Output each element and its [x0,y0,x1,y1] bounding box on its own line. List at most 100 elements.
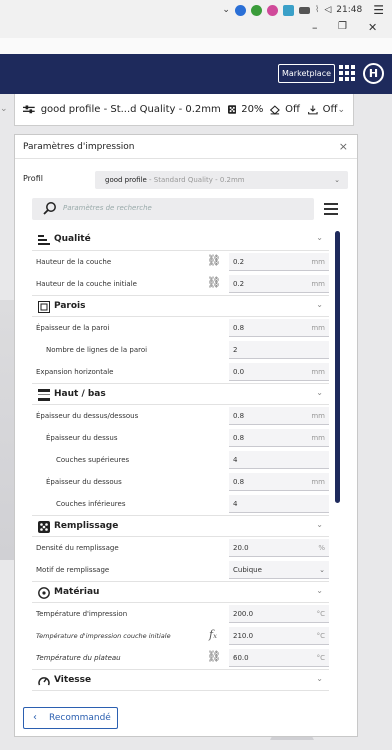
user-avatar[interactable]: H [363,63,384,84]
settings-list: Qualité ⌄ Hauteur de la couche ⛓ 0.2 mm H… [32,229,329,693]
restore-button[interactable]: ❐ [338,21,347,32]
support-icon [270,104,281,115]
battery-icon[interactable] [298,6,310,14]
chevron-left-icon: ‹ [33,712,37,723]
profile-name: good profile [105,176,147,184]
link-icon[interactable]: ⛓ [207,277,221,289]
layers-icon [38,235,50,245]
setting-input[interactable]: 0.8 mm [229,319,329,337]
setting-input[interactable]: 20.0% [229,539,329,557]
setting-row: Densité du remplissage 20.0% [32,537,329,559]
setting-label: Hauteur de la couche initiale [36,280,137,288]
setting-label: Température du plateau [36,654,121,662]
bluetooth-icon[interactable] [234,4,246,16]
wifi-icon[interactable]: ⌇ [315,5,319,15]
close-button[interactable]: ✕ [368,21,377,34]
category-label: Haut / bas [54,389,106,399]
settings-search-input[interactable]: Paramètres de recherche [32,198,314,220]
setting-label: Densité du remplissage [36,544,119,552]
setting-input[interactable]: 210.0 °C [229,627,329,645]
chevron-down-icon: ⌄ [316,388,323,397]
setting-input[interactable]: 4 [229,495,329,513]
setting-label: Épaisseur du dessus/dessous [36,412,139,420]
chevron-up-icon[interactable]: ⌄ [222,5,230,15]
setting-row: Expansion horizontale 0.0 mm [32,361,329,383]
settings-menu-icon[interactable] [324,203,338,218]
app-tray-icon-2[interactable] [266,4,278,16]
print-settings-bar[interactable]: good profile - St...d Quality - 0.2mm 20… [14,94,354,126]
setting-label: Couches supérieures [56,456,130,464]
setting-input[interactable]: 60.0 °C [229,649,329,667]
setting-input[interactable]: 0.8 mm [229,407,329,425]
walls-icon [38,301,50,313]
sliders-icon [23,104,35,113]
close-icon[interactable]: × [339,135,348,159]
setting-input[interactable]: 200.0 °C [229,605,329,623]
cloud-icon[interactable] [282,4,294,16]
marketplace-button[interactable]: Marketplace [278,64,336,83]
tray-icons: ⌄ ⌇ ◁ 21:48 ☰ [222,3,384,17]
profile-row: Profil good profile - Standard Quality -… [15,171,357,189]
top-bottom-icon [38,389,50,401]
setting-input[interactable]: 0.8 mm [229,429,329,447]
setting-input[interactable]: 0.8 mm [229,473,329,491]
setting-dropdown[interactable]: Cubique ⌄ [229,561,329,579]
function-icon[interactable]: fₓ [207,629,219,641]
profile-quality: - Standard Quality - 0.2mm [146,176,245,184]
chevron-down-icon[interactable]: ⌄ [337,105,345,115]
category-infill[interactable]: Remplissage ⌄ [32,515,329,537]
setting-row: Température du plateau ⛓ 60.0 °C [32,647,329,669]
setting-input[interactable]: 0.0 mm [229,363,329,381]
panel-title: Paramètres d'impression [23,142,135,152]
setting-input[interactable]: 0.2 mm [229,275,329,293]
setting-label: Couches inférieures [56,500,126,508]
chevron-down-icon: ⌄ [316,520,323,529]
category-material[interactable]: Matériau ⌄ [32,581,329,603]
chevron-down-icon: ⌄ [316,233,323,242]
search-placeholder: Paramètres de recherche [63,204,152,212]
category-label: Vitesse [54,675,92,685]
category-walls[interactable]: Parois ⌄ [32,295,329,317]
settings-scrollbar[interactable] [335,231,340,503]
infill-icon [227,105,237,114]
system-tray: ⌄ ⌇ ◁ 21:48 ☰ [0,0,392,20]
chevron-left-icon[interactable]: ⌄ [0,104,8,114]
volume-icon[interactable]: ◁ [324,5,331,15]
category-label: Remplissage [54,521,119,531]
setting-row: Température d'impression 200.0 °C [32,603,329,625]
chevron-down-icon: ⌄ [334,176,340,184]
setting-row: Température d'impression couche initiale… [32,625,329,647]
category-quality[interactable]: Qualité ⌄ [32,229,329,251]
setting-row: Hauteur de la couche ⛓ 0.2 mm [32,251,329,273]
infill-icon [38,521,50,533]
search-icon [43,202,56,215]
apps-grid-icon[interactable] [339,65,355,81]
material-spool-icon [38,587,50,599]
adhesion-value: Off [322,104,338,115]
profile-select[interactable]: good profile - Standard Quality - 0.2mm … [95,171,348,189]
category-label: Matériau [54,587,100,597]
setting-row: Nombre de lignes de la paroi 2 [32,339,329,361]
category-speed[interactable]: Vitesse ⌄ [32,669,329,691]
link-icon[interactable]: ⛓ [207,255,221,267]
minimize-button[interactable]: – [312,21,318,34]
setting-input[interactable]: 4 [229,451,329,469]
clock[interactable]: 21:48 [336,5,362,15]
app-tray-icon[interactable] [250,4,262,16]
category-label: Parois [54,301,86,311]
notification-icon[interactable]: ☰ [373,3,384,17]
setting-row: Couches supérieures 4 [32,449,329,471]
recommended-button[interactable]: ‹ Recommandé [23,707,118,729]
setting-label: Épaisseur du dessus [46,434,118,442]
category-top-bottom[interactable]: Haut / bas ⌄ [32,383,329,405]
link-icon[interactable]: ⛓ [207,651,221,663]
app-menubar [0,38,392,54]
app-header: Marketplace H [0,54,392,94]
setting-input[interactable]: 2 [229,341,329,359]
setting-label: Hauteur de la couche [36,258,112,266]
support-value: Off [285,104,300,115]
setting-input[interactable]: 0.2 mm [229,253,329,271]
build-plate-view [0,300,14,560]
profile-label: Profil [23,174,43,183]
adhesion-icon [308,104,318,114]
